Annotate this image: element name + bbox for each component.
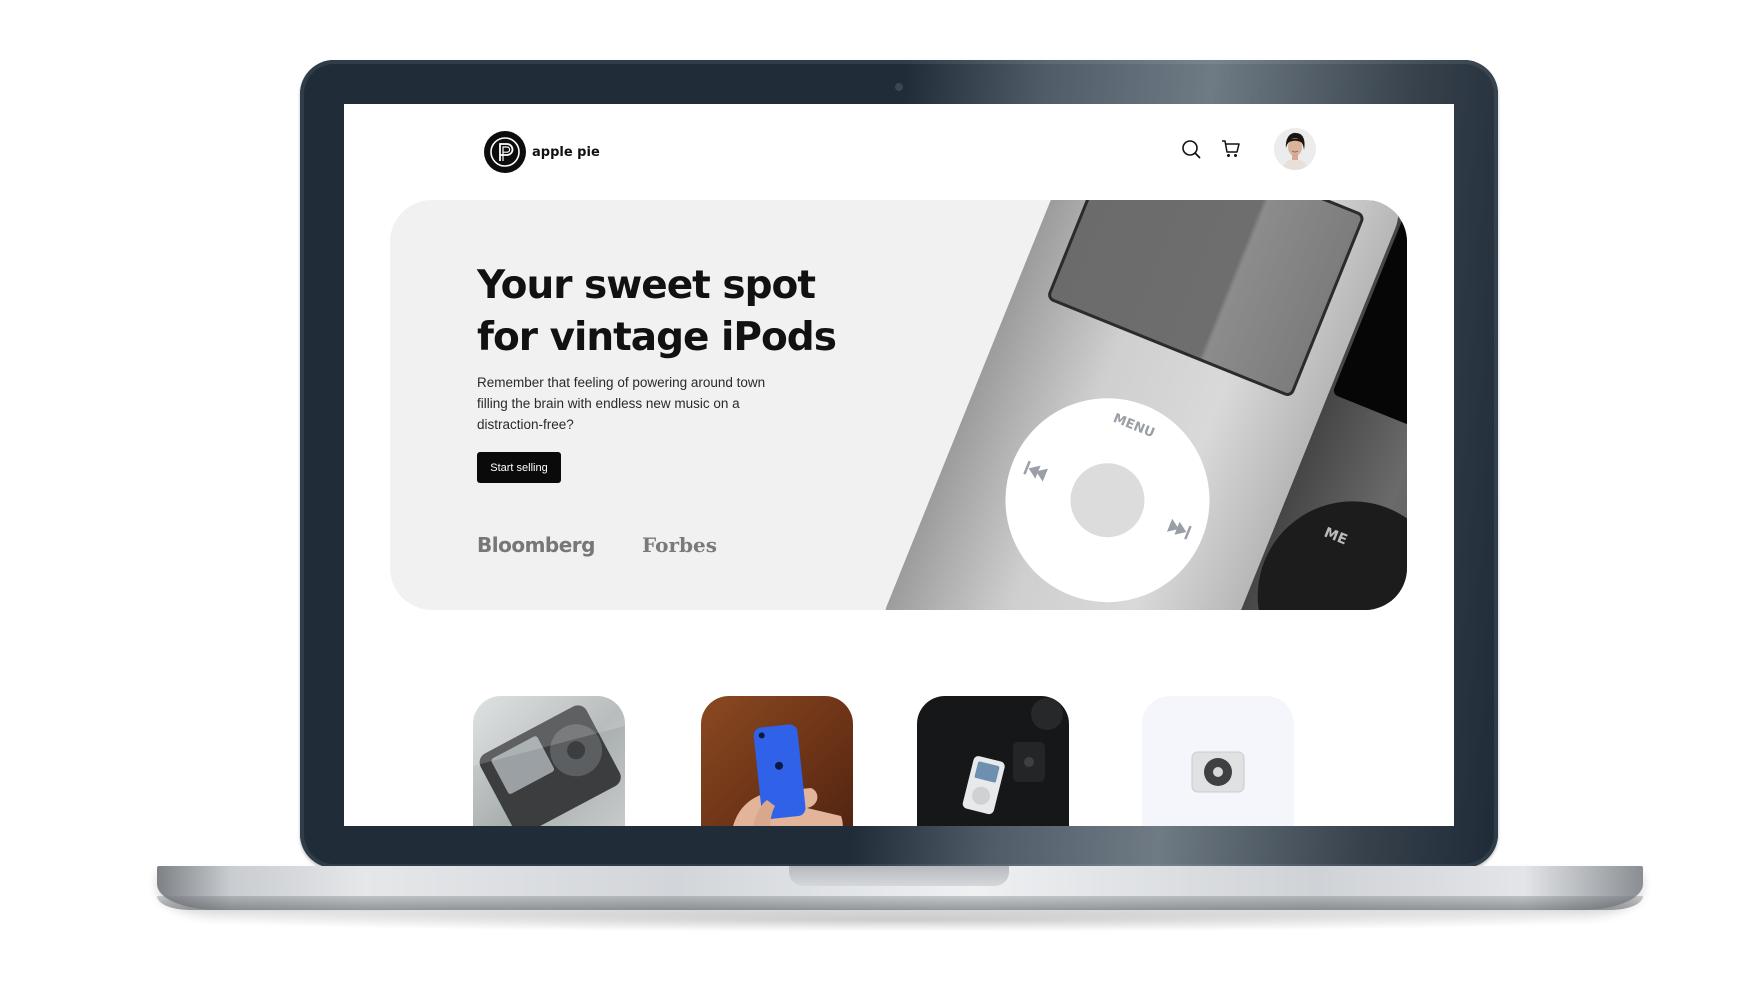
brand-logo[interactable]: apple pie: [484, 131, 600, 173]
ipod-hero-image: ME MENU: [884, 200, 1407, 610]
hero-title-line1: Your sweet spot: [477, 263, 816, 308]
product-thumb-blue-ipod-touch[interactable]: [701, 696, 853, 826]
laptop-base-notch: [789, 866, 1009, 886]
hero-description: Remember that feeling of powering around…: [477, 375, 766, 432]
floor-shadow: [170, 908, 1630, 932]
logo-mark-icon: [484, 131, 526, 173]
press-logo-bloomberg: Bloomberg: [477, 533, 595, 557]
product-thumbnails: [344, 696, 1454, 826]
webcam: [895, 83, 903, 91]
header-actions: [1180, 128, 1316, 170]
hero-title-line2: for vintage iPods: [477, 315, 837, 360]
product-thumb-black-ipod-classic[interactable]: [473, 696, 625, 826]
start-selling-button[interactable]: Start selling: [477, 452, 561, 483]
site-header: apple pie: [344, 104, 1454, 204]
laptop-base: [157, 866, 1643, 910]
search-icon[interactable]: [1180, 138, 1202, 160]
cart-icon[interactable]: [1220, 138, 1242, 160]
product-thumb-ipod-shuffle[interactable]: [1142, 696, 1294, 826]
press-logo-forbes: Forbes: [642, 533, 717, 557]
laptop-screen: apple pie Your sweet spot for vintage iP…: [344, 104, 1454, 826]
brand-name: apple pie: [532, 144, 600, 160]
laptop-lid: apple pie Your sweet spot for vintage iP…: [300, 60, 1498, 868]
hero-banner: Your sweet spot for vintage iPods Rememb…: [390, 200, 1407, 610]
user-avatar[interactable]: [1274, 128, 1316, 170]
product-thumb-ipod-classic-on-black[interactable]: [917, 696, 1069, 826]
